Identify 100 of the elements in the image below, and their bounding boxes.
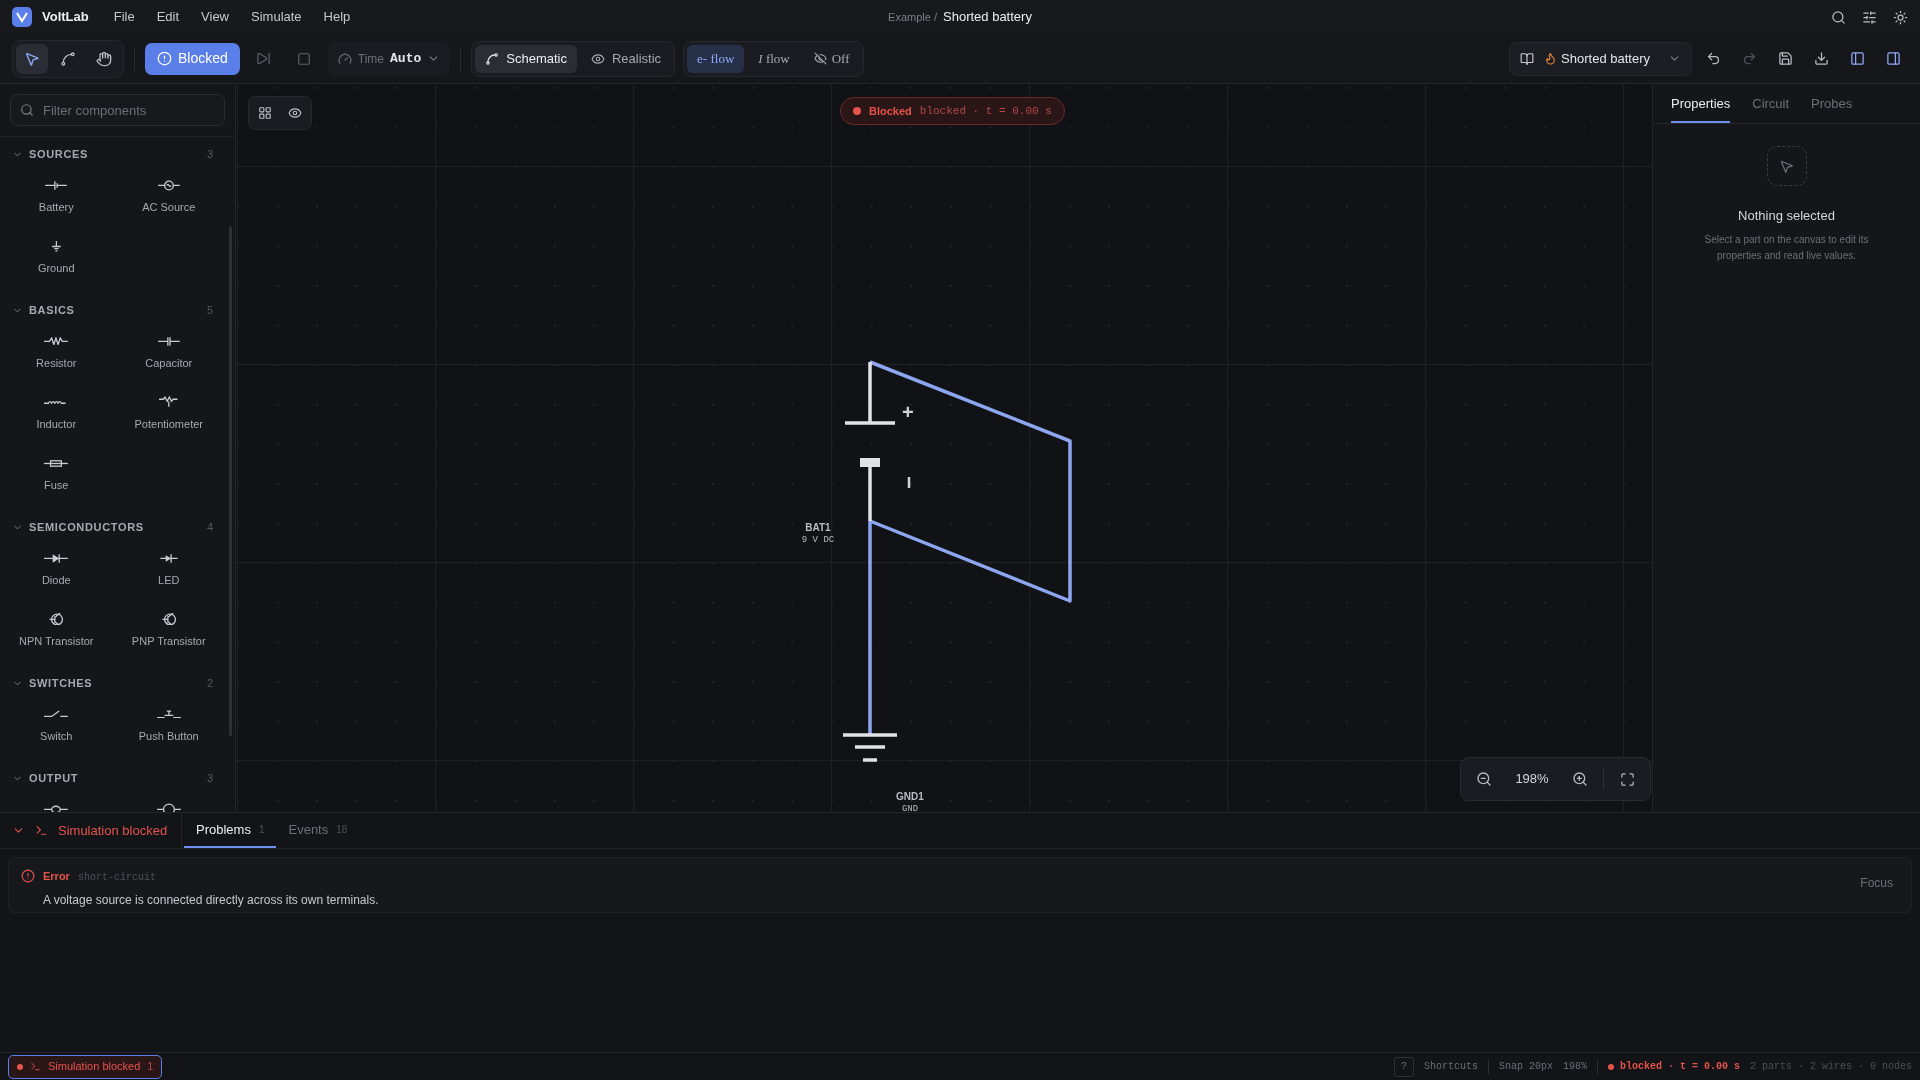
shortcuts-link[interactable]: Shortcuts [1423, 1059, 1478, 1074]
flow-mode-tab[interactable]: e- flow [687, 44, 745, 73]
flow-mode-tab[interactable]: I flow [748, 44, 800, 73]
status-detail: blocked · t = 0.00 s [919, 103, 1052, 119]
category-header[interactable]: OUTPUT 3 [0, 761, 225, 795]
inspector-tab[interactable]: Circuit [1752, 93, 1790, 123]
category-count: 2 [206, 675, 213, 691]
inspector-tab[interactable]: Properties [1671, 93, 1731, 123]
console-toggle[interactable]: Simulation blocked [0, 813, 182, 848]
category-count: 3 [206, 146, 213, 162]
flame-icon [1544, 52, 1558, 65]
component-item[interactable]: Fuse [0, 449, 113, 510]
right-panel-icon [1885, 51, 1901, 66]
alert-icon [21, 869, 35, 883]
category-name: SEMICONDUCTORS [29, 519, 144, 535]
pushbutton-symbol-icon [155, 709, 182, 719]
category-name: BASICS [29, 302, 75, 318]
time-dropdown[interactable]: Time Auto [327, 41, 451, 76]
problem-code: short-circuit [77, 871, 156, 885]
component-item[interactable]: AC Source [112, 171, 225, 232]
view-mode-tab[interactable]: Schematic [475, 44, 577, 73]
curve-icon [60, 50, 76, 67]
simulation-status-chip[interactable]: Simulation blocked 1 [8, 1054, 163, 1079]
run-state-button[interactable]: Blocked [145, 42, 240, 75]
category-name: SWITCHES [29, 675, 93, 691]
view-mode-tab[interactable]: Realistic [580, 44, 672, 73]
help-key[interactable]: ? [1393, 1056, 1414, 1077]
stop-icon [296, 51, 311, 66]
category-header[interactable]: SEMICONDUCTORS 4 [0, 510, 225, 544]
sun-icon[interactable] [1893, 9, 1908, 25]
curve-icon [485, 51, 500, 66]
console-tab[interactable]: Problems 1 [184, 813, 277, 848]
example-name: Shorted battery [1561, 49, 1650, 68]
left-panel-icon [1849, 51, 1865, 66]
diode-symbol-icon [43, 551, 70, 565]
battery-symbol[interactable] [843, 360, 897, 523]
gauge-icon [337, 51, 352, 66]
menu-item[interactable]: View [190, 3, 240, 31]
filter-field[interactable]: Filter components [10, 94, 225, 126]
focus-button[interactable]: Focus [1860, 874, 1893, 892]
polarity-minus-mark [907, 477, 911, 488]
pointer-icon [1766, 146, 1807, 186]
search-icon [20, 103, 34, 117]
empty-text: Select a part on the canvas to edit its properties and read live values. [1703, 232, 1870, 263]
zoom-readout: 198% [1562, 1060, 1587, 1074]
ground-symbol[interactable] [841, 733, 899, 762]
simulation-readout: blocked · t = 0.00 s [1619, 1060, 1740, 1074]
menu-item[interactable]: Edit [145, 3, 191, 31]
menu-item[interactable]: Help [312, 3, 362, 31]
category-name: SOURCES [29, 146, 89, 162]
sliders-icon[interactable] [1862, 9, 1877, 25]
component-item[interactable]: Diode [0, 544, 113, 605]
eye-icon [590, 51, 605, 66]
component-item[interactable]: Inductor [0, 388, 113, 449]
redo-icon [1741, 51, 1757, 66]
alert-icon [157, 51, 172, 66]
app-name: VoltLab [42, 8, 89, 27]
zoom-level: 198% [1514, 770, 1550, 789]
search-icon[interactable] [1831, 9, 1846, 25]
component-item[interactable]: LED [112, 544, 225, 605]
console-tab[interactable]: Events 18 [276, 813, 360, 848]
component-item[interactable]: Ground [0, 232, 113, 293]
status-label: Blocked [869, 103, 912, 119]
wire[interactable] [869, 360, 1072, 603]
zoom-out-icon [1476, 771, 1492, 787]
component-item[interactable]: PNP Transistor [112, 605, 225, 666]
fullscreen-icon [1619, 771, 1635, 787]
switch-symbol-icon [43, 710, 70, 718]
part-name: GND1 [896, 790, 924, 803]
capacitor-symbol-icon [155, 334, 182, 348]
save-icon [1777, 51, 1793, 66]
category-name: OUTPUT [29, 770, 79, 786]
part-value: 9 V DC [801, 534, 835, 547]
flow-mode-tab[interactable]: Off [803, 44, 860, 73]
component-item[interactable]: Resistor [0, 327, 113, 388]
component-item[interactable]: Potentiometer [112, 388, 225, 449]
component-item[interactable]: Capacitor [112, 327, 225, 388]
problem-message: A voltage source is connected directly across its own terminals. [43, 892, 379, 909]
example-selector[interactable]: Shorted battery [1509, 41, 1692, 76]
ground-symbol-icon [50, 240, 62, 252]
step-icon [256, 51, 272, 66]
resistor-symbol-icon [43, 336, 70, 346]
empty-title: Nothing selected [1738, 207, 1835, 225]
component-item[interactable]: Switch [0, 700, 113, 761]
tool-button[interactable] [16, 43, 48, 74]
component-item[interactable]: Push Button [112, 700, 225, 761]
hand-icon [96, 50, 112, 67]
part-value: GND [901, 803, 919, 812]
category-header[interactable]: BASICS 5 [0, 293, 225, 327]
app-logo-icon [12, 7, 32, 27]
component-item[interactable]: Battery [0, 171, 113, 232]
category-header[interactable]: SWITCHES 2 [0, 666, 225, 700]
category-header[interactable]: SOURCES 3 [0, 137, 225, 171]
menu-item[interactable]: File [102, 3, 146, 31]
eye-off-icon [813, 52, 827, 65]
component-item[interactable]: NPN Transistor [0, 605, 113, 666]
inspector-tab[interactable]: Probes [1811, 93, 1853, 123]
terminal-icon [30, 1061, 41, 1072]
menu-item[interactable]: Simulate [240, 3, 313, 31]
battery-symbol-icon [43, 178, 70, 192]
